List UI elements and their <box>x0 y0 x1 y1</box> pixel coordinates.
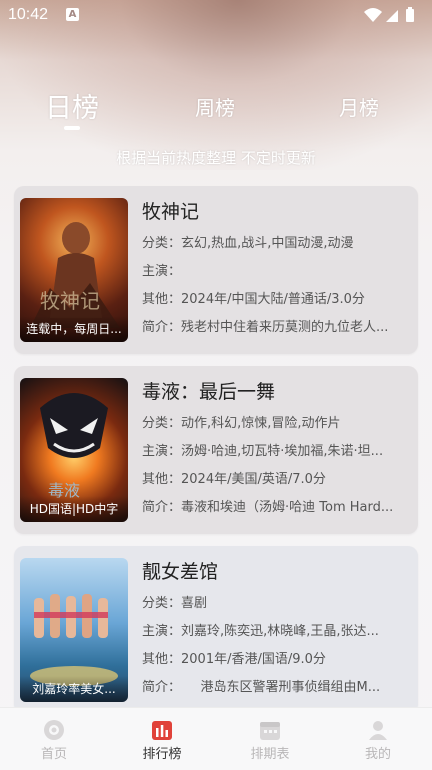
item-intro: 简介：残老村中住着来历莫测的九位老人... <box>142 320 389 335</box>
item-intro: 简介：毒液和埃迪（汤姆·哈迪 Tom Hard... <box>142 500 394 515</box>
ranking-card[interactable]: 牧神记 连载中，每周日... 牧神记 分类：玄幻,热血,战斗,中国动漫,动漫 主… <box>14 186 418 354</box>
item-title[interactable]: 毒液：最后一舞 <box>142 378 412 410</box>
ranking-card[interactable]: 毒液 HD国语|HD中字 毒液：最后一舞 分类：动作,科幻,惊悚,冒险,动作片 … <box>14 366 418 534</box>
item-cast: 主演：刘嘉玲,陈奕迅,林晓峰,王晶,张达... <box>142 624 379 639</box>
ranking-tabs: 日榜 周榜 月榜 <box>0 86 432 136</box>
nav-profile[interactable]: 我的 <box>324 708 432 770</box>
item-title[interactable]: 靓女差馆 <box>142 558 412 590</box>
item-other: 其他：2024年/美国/英语/7.0分 <box>142 472 326 487</box>
item-title[interactable]: 牧神记 <box>142 198 412 230</box>
status-time: 10:42 <box>8 6 49 23</box>
ranking-card[interactable]: 刘嘉玲率美女... 靓女差馆 分类：喜剧 主演：刘嘉玲,陈奕迅,林晓峰,王晶,张… <box>14 546 418 714</box>
nav-home[interactable]: 首页 <box>0 708 108 770</box>
poster-image[interactable]: 毒液 HD国语|HD中字 <box>20 378 128 522</box>
item-cast: 主演：汤姆·哈迪,切瓦特·埃加福,朱诺·坦... <box>142 444 384 459</box>
item-category: 分类：玄幻,热血,战斗,中国动漫,动漫 <box>142 236 354 251</box>
nav-ranking[interactable]: 排行榜 <box>108 708 216 770</box>
nav-label: 排期表 <box>250 747 290 762</box>
poster-badge: HD国语|HD中字 <box>20 496 128 522</box>
svg-text:牧神记: 牧神记 <box>40 289 100 313</box>
poster-image[interactable]: 牧神记 连载中，每周日... <box>20 198 128 342</box>
notification-icon: A <box>66 8 79 21</box>
item-info: 毒液：最后一舞 分类：动作,科幻,惊悚,冒险,动作片 主演：汤姆·哈迪,切瓦特·… <box>142 378 412 522</box>
battery-icon <box>406 9 414 22</box>
bottom-navigation: 首页 排行榜 排期表 我的 <box>0 707 432 770</box>
signal-icon <box>386 10 398 22</box>
calendar-icon <box>260 722 280 740</box>
item-other: 其他：2024年/中国大陆/普通话/3.0分 <box>142 292 365 307</box>
nav-label: 排行榜 <box>142 747 182 762</box>
ranking-subtitle: 根据当前热度整理 不定时更新 <box>116 149 316 167</box>
poster-image[interactable]: 刘嘉玲率美女... <box>20 558 128 702</box>
item-other: 其他：2001年/香港/国语/9.0分 <box>142 652 326 667</box>
home-icon <box>44 720 64 740</box>
tab-daily[interactable]: 日榜 <box>45 86 99 125</box>
tab-weekly[interactable]: 周榜 <box>195 92 235 121</box>
item-category: 分类：喜剧 <box>142 596 208 611</box>
status-icons <box>364 7 414 22</box>
item-info: 牧神记 分类：玄幻,热血,战斗,中国动漫,动漫 主演： 其他：2024年/中国大… <box>142 198 412 342</box>
nav-schedule[interactable]: 排期表 <box>216 708 324 770</box>
wifi-icon <box>364 8 382 22</box>
active-tab-indicator <box>64 126 80 130</box>
poster-badge: 连载中，每周日... <box>20 316 128 342</box>
status-bar: 10:42 A <box>0 0 432 30</box>
poster-badge: 刘嘉玲率美女... <box>20 676 128 702</box>
item-category: 分类：动作,科幻,惊悚,冒险,动作片 <box>142 416 341 431</box>
nav-label: 我的 <box>364 747 391 762</box>
item-cast: 主演： <box>142 264 182 279</box>
profile-icon <box>369 721 387 740</box>
item-info: 靓女差馆 分类：喜剧 主演：刘嘉玲,陈奕迅,林晓峰,王晶,张达... 其他：20… <box>142 558 412 702</box>
ranking-icon <box>152 721 172 740</box>
item-intro: 简介： 港岛东区警署刑事侦缉组由M... <box>142 680 381 695</box>
tab-monthly[interactable]: 月榜 <box>339 92 379 121</box>
nav-label: 首页 <box>40 747 67 762</box>
